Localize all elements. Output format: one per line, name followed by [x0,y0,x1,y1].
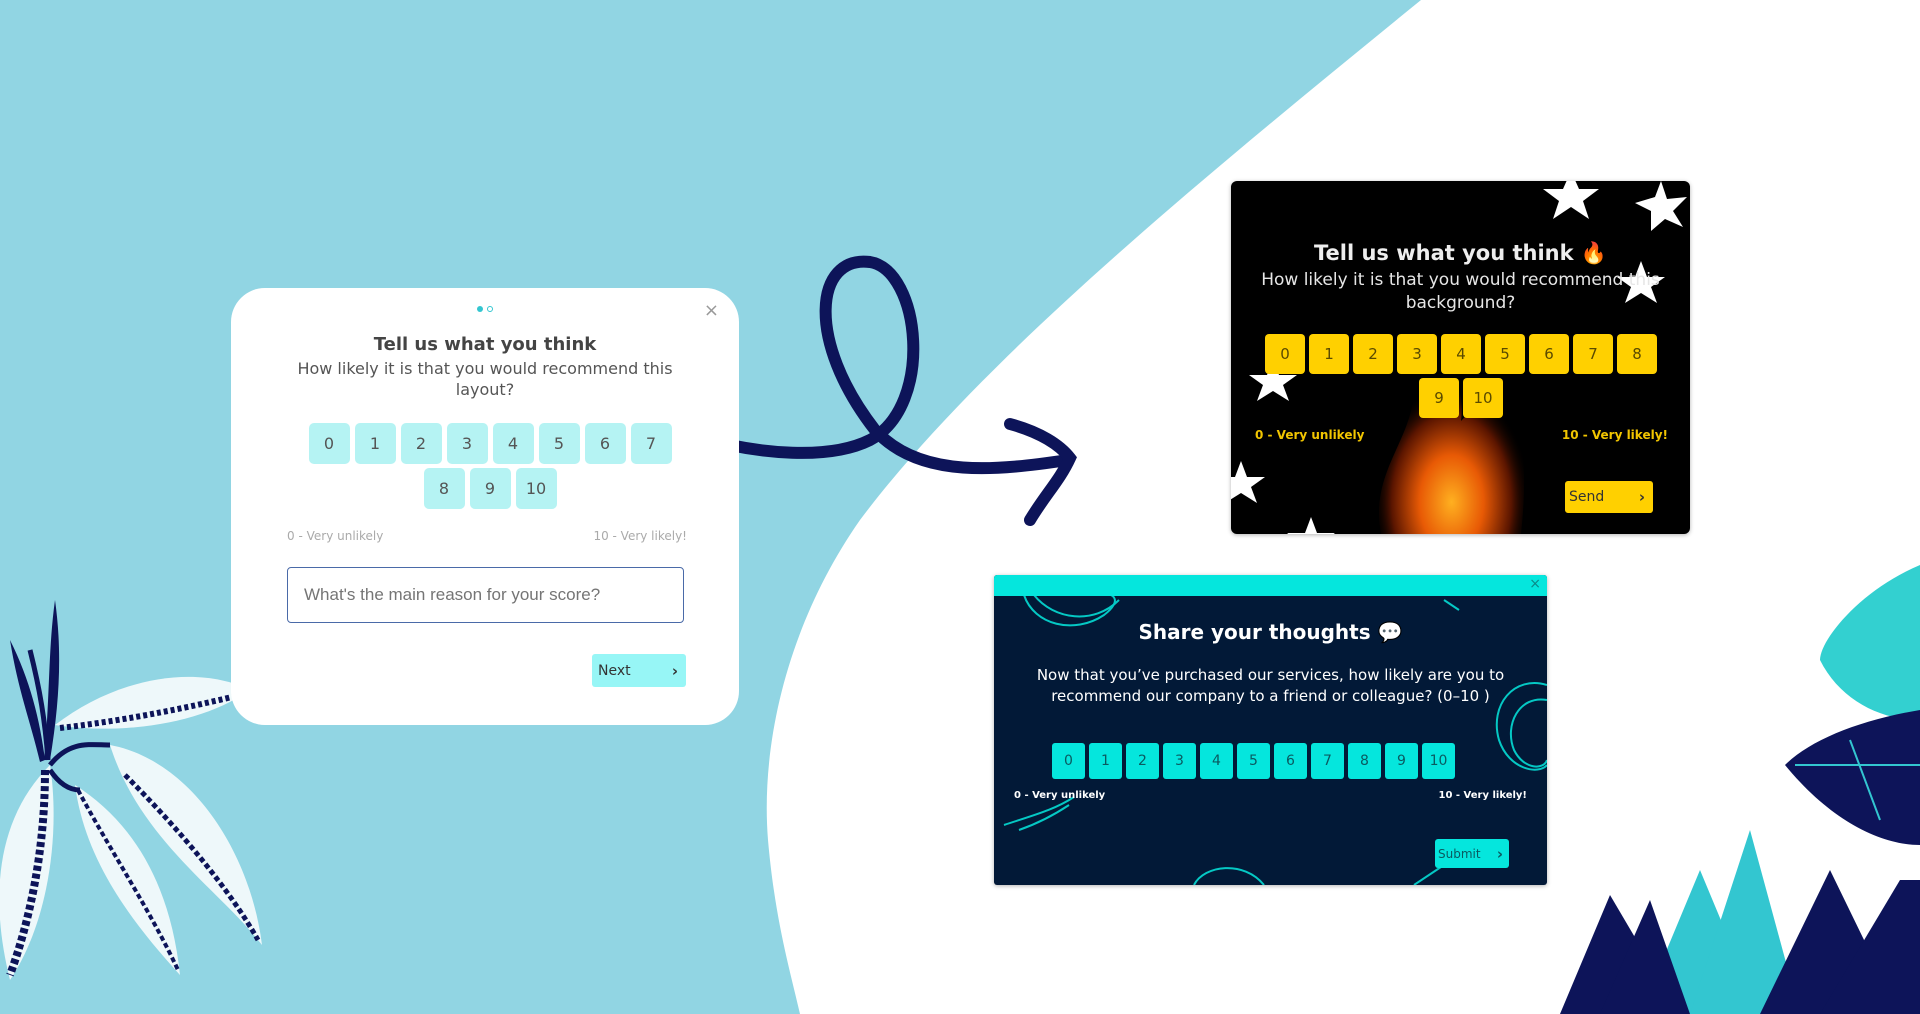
send-button[interactable]: Send › [1565,481,1653,513]
send-label: Send [1569,489,1605,505]
chevron-right-icon: › [1638,488,1645,506]
survey-question: How likely it is that you would recommen… [297,359,673,399]
score-button[interactable]: 0 [1052,743,1085,779]
score-button[interactable]: 3 [446,423,488,464]
score-button[interactable]: 10 [1463,378,1503,418]
scale-label-low: 0 - Very unlikely [1014,790,1106,801]
step-dot-active[interactable] [477,306,483,312]
close-icon[interactable]: × [1529,576,1541,592]
score-button[interactable]: 6 [1529,334,1569,374]
reason-input[interactable] [287,567,684,623]
score-button[interactable]: 10 [1422,743,1455,779]
header-bar [994,575,1547,596]
score-button[interactable]: 4 [1441,334,1481,374]
score-button[interactable]: 0 [1265,334,1305,374]
survey-card-fire: Tell us what you think 🔥 How likely it i… [1231,181,1690,534]
scale-label-low: 0 - Very unlikely [1255,428,1365,442]
score-button[interactable]: 9 [469,468,511,509]
chevron-right-icon: › [671,661,678,680]
submit-label: Submit [1438,846,1481,861]
next-button[interactable]: Next › [592,654,686,687]
score-button[interactable]: 2 [1353,334,1393,374]
score-button[interactable]: 6 [1274,743,1307,779]
score-button[interactable]: 3 [1163,743,1196,779]
score-button[interactable]: 8 [423,468,465,509]
scale-label-high: 10 - Very likely! [1438,790,1527,801]
next-label: Next [598,662,631,679]
scale-label-low: 0 - Very unlikely [287,529,384,543]
score-button[interactable]: 8 [1617,334,1657,374]
score-button[interactable]: 0 [308,423,350,464]
score-button[interactable]: 1 [1089,743,1122,779]
survey-card-light: × Tell us what you think How likely it i… [231,288,739,725]
score-button[interactable]: 8 [1348,743,1381,779]
step-indicator [231,306,739,312]
submit-button[interactable]: Submit › [1435,839,1509,868]
survey-title: Tell us what you think 🔥 [1313,241,1608,265]
survey-title: Share your thoughts 💬 [1138,620,1403,644]
score-button[interactable]: 5 [538,423,580,464]
score-button[interactable]: 7 [1311,743,1344,779]
score-button[interactable]: 9 [1385,743,1418,779]
nps-scale: 0 1 2 3 4 5 6 7 8 9 10 [1052,743,1455,779]
close-icon[interactable]: × [704,302,719,320]
score-button[interactable]: 3 [1397,334,1437,374]
score-button[interactable]: 9 [1419,378,1459,418]
score-button[interactable]: 5 [1485,334,1525,374]
scale-label-high: 10 - Very likely! [593,529,687,543]
survey-card-navy: × Share your thoughts 💬 Now that you’ve … [994,575,1547,885]
left-leaf-plant-icon [0,600,262,980]
score-button[interactable]: 7 [630,423,672,464]
survey-title: Tell us what you think [373,334,597,355]
score-button[interactable]: 5 [1237,743,1270,779]
score-button[interactable]: 1 [354,423,396,464]
score-button[interactable]: 7 [1573,334,1613,374]
score-button[interactable]: 4 [492,423,534,464]
survey-question: Now that you’ve purchased our services, … [1036,666,1505,705]
score-button[interactable]: 2 [400,423,442,464]
score-button[interactable]: 2 [1126,743,1159,779]
chevron-right-icon: › [1496,844,1503,863]
score-button[interactable]: 1 [1309,334,1349,374]
score-button[interactable]: 4 [1200,743,1233,779]
survey-question: How likely it is that you would recommen… [1261,270,1660,313]
score-button[interactable]: 6 [584,423,626,464]
score-button[interactable]: 10 [515,468,557,509]
nps-scale: 0 1 2 3 4 5 6 7 8 9 10 [300,423,680,509]
nps-scale: 0 1 2 3 4 5 6 7 8 9 10 [1261,334,1661,418]
scale-label-high: 10 - Very likely! [1561,428,1668,442]
step-dot-inactive[interactable] [487,306,493,312]
